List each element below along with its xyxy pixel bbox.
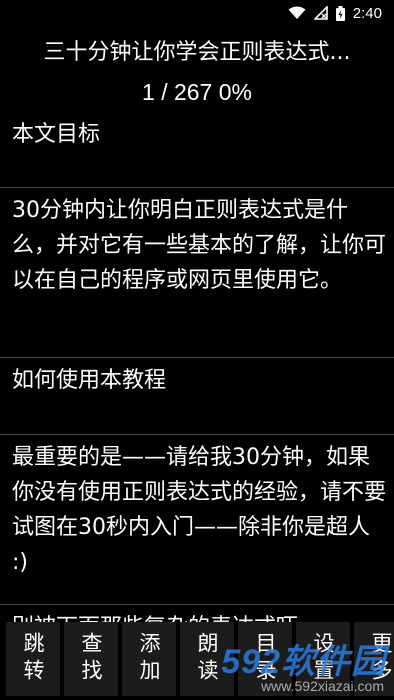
jump-button[interactable]: 跳转 [6, 622, 60, 696]
bottom-toolbar: 跳转 查找 添加 朗读 目录 设置 更多 [0, 622, 394, 700]
paragraph: 如何使用本教程 [0, 358, 394, 435]
add-bookmark-button[interactable]: 添加 [122, 622, 176, 696]
paragraph: 别被下面那些复杂的表达式吓 [0, 605, 394, 622]
wifi-icon [288, 6, 306, 20]
book-title: 三十分钟让你学会正则表达式... [43, 40, 351, 65]
paragraph: 最重要的是——请给我30分钟，如果你没有使用正则表达式的经验，请不要试图在30秒… [0, 435, 394, 605]
battery-icon [335, 5, 345, 21]
status-time: 2:40 [352, 4, 382, 22]
more-button[interactable]: 更多 [354, 622, 394, 696]
read-aloud-button[interactable]: 朗读 [180, 622, 234, 696]
signal-icon [313, 6, 328, 20]
paragraph: 本文目标 [0, 112, 394, 188]
reading-progress: 1 / 267 0% [142, 79, 252, 105]
find-button[interactable]: 查找 [64, 622, 118, 696]
settings-button[interactable]: 设置 [296, 622, 350, 696]
status-bar: 2:40 [0, 0, 394, 26]
reading-content[interactable]: 本文目标 30分钟内让你明白正则表达式是什么，并对它有一些基本的了解，让你可以在… [0, 112, 394, 622]
paragraph: 30分钟内让你明白正则表达式是什么，并对它有一些基本的了解，让你可以在自己的程序… [0, 188, 394, 358]
table-of-contents-button[interactable]: 目录 [238, 622, 292, 696]
